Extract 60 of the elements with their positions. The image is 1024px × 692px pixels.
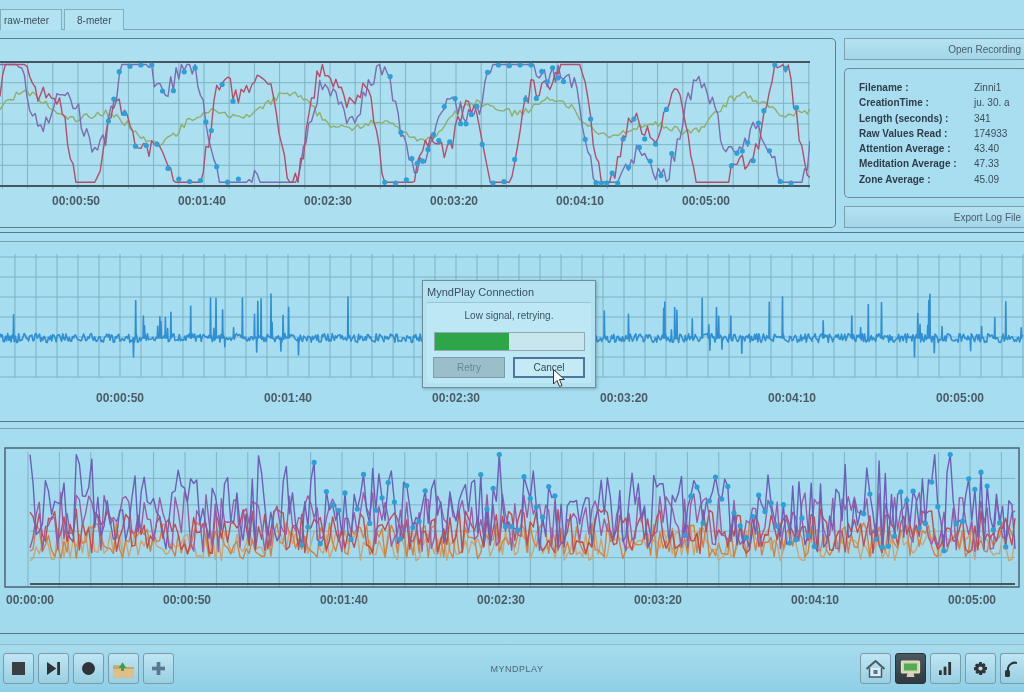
- nav-button[interactable]: [895, 653, 926, 684]
- settings-icon: [974, 662, 987, 675]
- field-label: Meditation Average :: [859, 157, 958, 172]
- plus-icon: [152, 662, 165, 675]
- dialog-button[interactable]: Cancel: [513, 357, 585, 378]
- field-value: 47.33: [974, 157, 1001, 172]
- axis-label: 00:04:10: [789, 593, 840, 607]
- nav-button[interactable]: [965, 653, 996, 684]
- axis-label: 00:04:10: [554, 194, 605, 208]
- record-icon: [82, 662, 95, 675]
- axis-label: 00:03:20: [428, 194, 479, 208]
- home-icon: [865, 659, 886, 678]
- status-message: Low signal, retrying.: [464, 310, 554, 323]
- open-recording-button[interactable]: Open Recording: [844, 38, 1024, 60]
- axis-label: 00:04:10: [766, 391, 817, 405]
- field-label: Filename :: [859, 81, 910, 95]
- axis-label: 00:05:00: [946, 593, 997, 607]
- toolbar-button[interactable]: [3, 653, 34, 684]
- field-label: CreationTime :: [859, 96, 930, 111]
- field-value: 43.40: [974, 142, 1001, 157]
- axis-label: 00:03:20: [598, 391, 649, 405]
- axis-label: 00:02:30: [302, 194, 353, 208]
- toolbar-button[interactable]: [38, 653, 69, 684]
- axis-label: 00:03:20: [632, 593, 683, 607]
- nav-button[interactable]: [1000, 653, 1024, 684]
- cursor-icon: [553, 369, 565, 387]
- field-label: Zone Average :: [859, 172, 932, 187]
- tab[interactable]: raw-meter: [0, 9, 62, 30]
- axis-label: 00:00:50: [50, 194, 101, 208]
- logo: MYNDPLAY: [490, 663, 544, 674]
- axis-label: 00:00:00: [4, 593, 55, 607]
- field-label: Attention Average :: [859, 142, 952, 157]
- axis-label: 00:02:30: [475, 593, 526, 607]
- nav-button[interactable]: [930, 653, 961, 684]
- bar-chart-icon: [939, 662, 952, 675]
- field-value: ju. 30. a: [974, 96, 1011, 111]
- field-value: 45.09: [974, 172, 1001, 187]
- field-label: Length (seconds) :: [859, 111, 950, 126]
- axis-label: 00:00:50: [161, 593, 212, 607]
- axis-label: 00:02:30: [430, 391, 481, 405]
- axis-label: 00:01:40: [262, 391, 313, 405]
- toolbar-button[interactable]: [73, 653, 104, 684]
- field-value: 174933: [974, 126, 1009, 141]
- stop-icon: [12, 662, 25, 675]
- skip-forward-icon: [47, 662, 60, 675]
- monitor-icon: [900, 659, 921, 678]
- field-value: 341: [974, 111, 992, 126]
- axis-label: 00:00:50: [94, 391, 145, 405]
- tab[interactable]: 8-meter: [64, 9, 125, 30]
- axis-label: 00:05:00: [680, 194, 731, 208]
- field-value: Zinni1: [974, 81, 1003, 95]
- folder-icon: [113, 659, 134, 678]
- axis-label: 00:01:40: [176, 194, 227, 208]
- nav-button[interactable]: [860, 653, 891, 684]
- dialog-title: MyndPlay Connection: [426, 285, 535, 300]
- export-log-button[interactable]: Export Log File: [844, 206, 1024, 228]
- field-label: Raw Values Read :: [859, 126, 949, 141]
- axis-label: 00:05:00: [934, 391, 985, 405]
- axis-label: 00:01:40: [318, 593, 369, 607]
- headphones-icon: [1005, 660, 1017, 677]
